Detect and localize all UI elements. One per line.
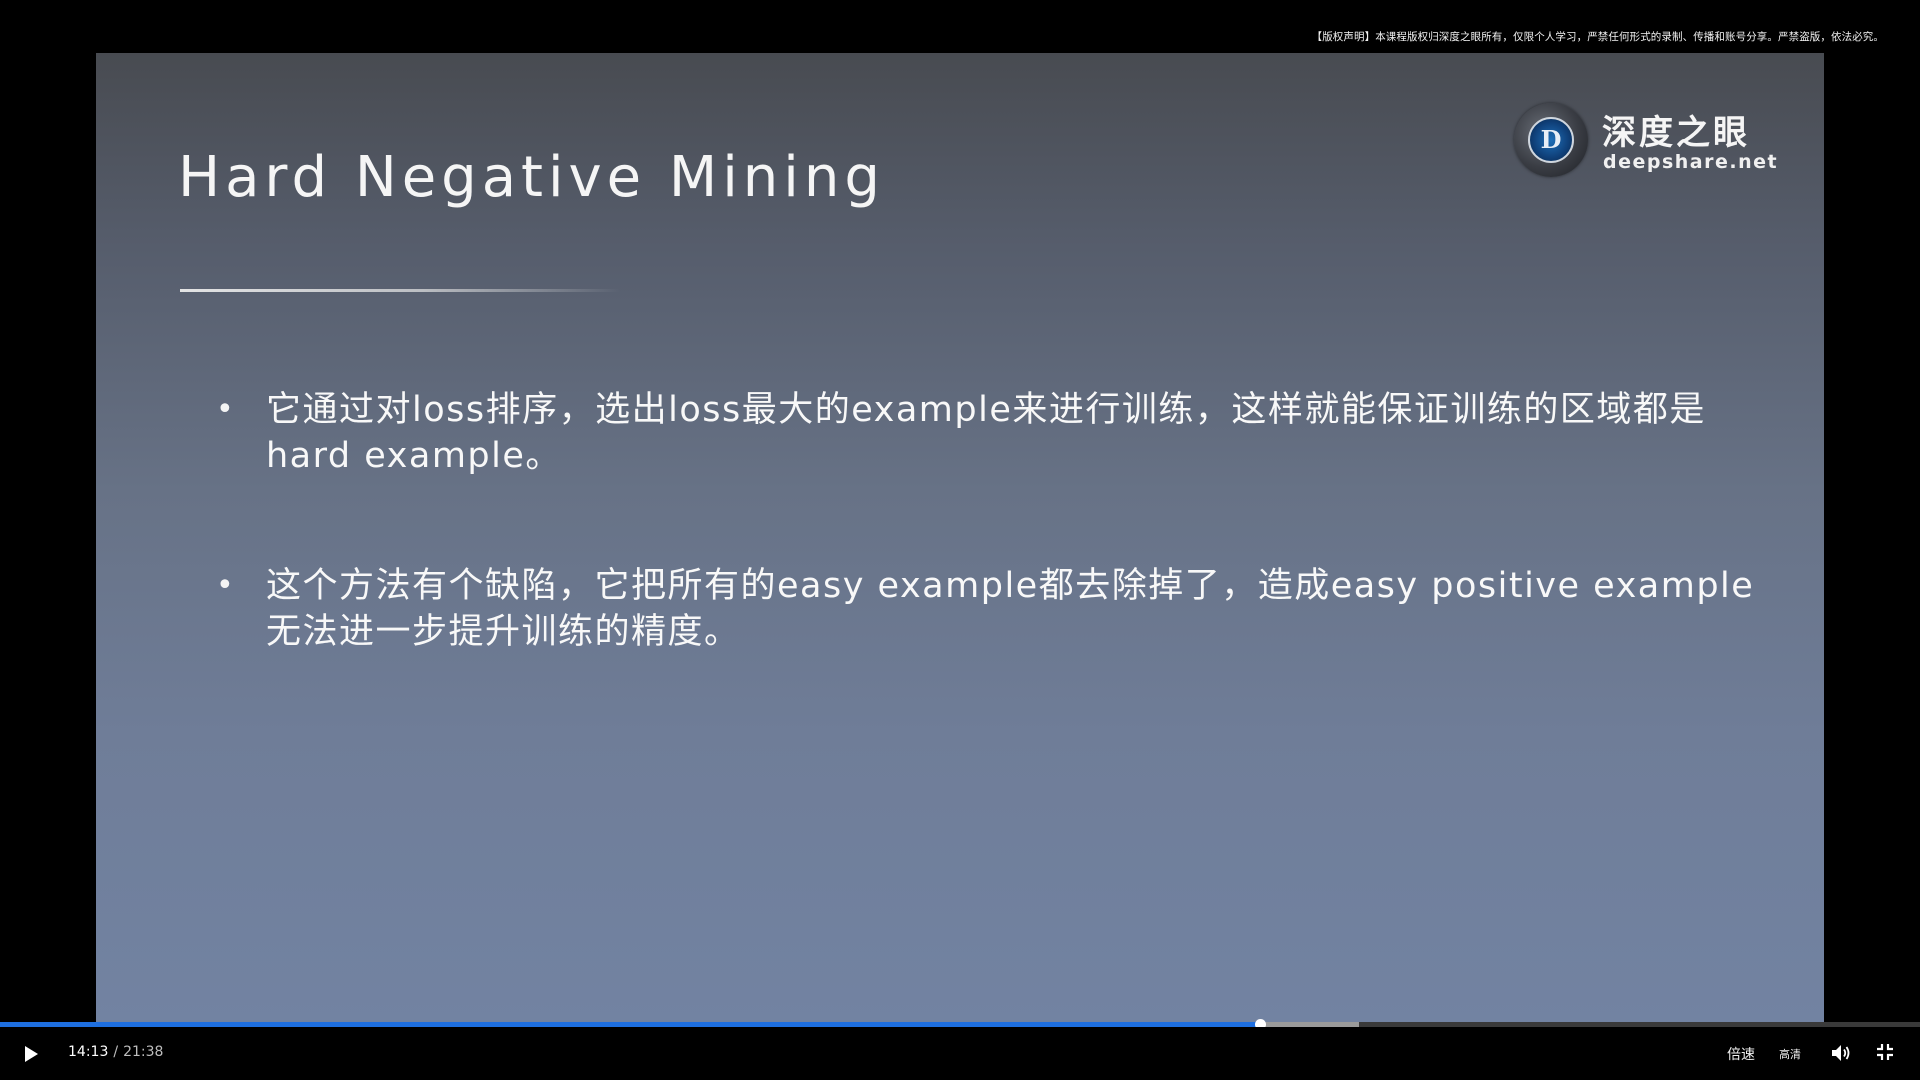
title-divider [180,289,620,292]
deepshare-logo: D 深度之眼 deepshare.net [1514,101,1777,181]
bullet-item: • 它通过对loss排序，选出loss最大的example来进行训练，这样就能保… [216,387,1756,479]
logo-domain: deepshare.net [1603,151,1779,173]
bullet-item: • 这个方法有个缺陷，它把所有的easy example都去除掉了，造成easy… [216,563,1756,655]
exit-fullscreen-icon [1877,1044,1893,1060]
volume-icon [1832,1045,1850,1061]
bullet-text: 它通过对loss排序，选出loss最大的example来进行训练，这样就能保证训… [266,390,1706,476]
quality-button[interactable]: 高清 [1779,1046,1801,1062]
logo-chinese-name: 深度之眼 [1602,113,1750,153]
time-display: 14:13/21:38 [68,1044,163,1060]
logo-letter: D [1540,125,1562,154]
control-bar: 14:13/21:38 倍速 高清 [0,1027,1920,1080]
play-icon [25,1046,38,1062]
eye-logo-icon: D [1514,103,1588,177]
bullet-marker: • [216,392,236,427]
time-separator: / [113,1044,119,1060]
volume-button[interactable] [1830,1042,1852,1064]
bullet-list: • 它通过对loss排序，选出loss最大的example来进行训练，这样就能保… [216,387,1756,739]
play-button[interactable] [22,1044,40,1064]
lecture-slide: Hard Negative Mining D 深度之眼 deepshare.ne… [96,53,1824,1026]
bullet-marker: • [216,568,236,603]
slide-title: Hard Negative Mining [178,145,885,210]
exit-fullscreen-button[interactable] [1875,1042,1897,1064]
copyright-notice: 【版权声明】本课程版权归深度之眼所有，仅限个人学习，严禁任何形式的录制、传播和账… [1311,31,1884,43]
bullet-text: 这个方法有个缺陷，它把所有的easy example都去除掉了，造成easy p… [266,566,1755,652]
speed-button[interactable]: 倍速 [1727,1044,1755,1064]
video-player: 【版权声明】本课程版权归深度之眼所有，仅限个人学习，严禁任何形式的录制、传播和账… [0,0,1920,1080]
total-time: 21:38 [123,1044,164,1060]
current-time: 14:13 [68,1044,109,1060]
